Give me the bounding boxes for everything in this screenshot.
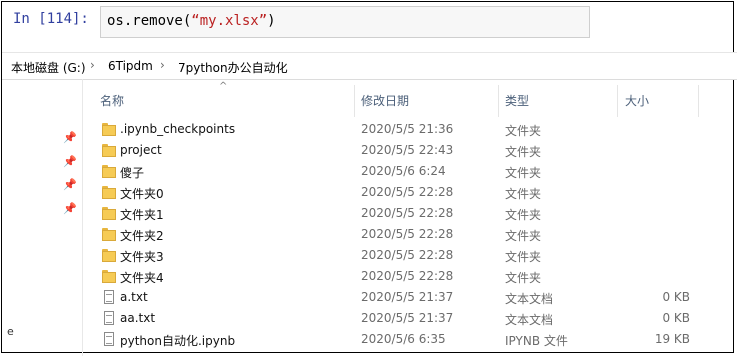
file-name: aa.txt — [120, 311, 156, 325]
file-date: 2020/5/5 21:37 — [361, 311, 454, 325]
file-row[interactable]: 文件夹1 2020/5/5 22:28 文件夹 — [82, 203, 702, 224]
file-size: 0 KB — [662, 311, 690, 325]
file-row[interactable]: 文件夹0 2020/5/5 22:28 文件夹 — [82, 182, 702, 203]
pin-icon[interactable]: 📌 — [63, 178, 77, 191]
column-header-row: ^ 名称 修改日期 类型 大小 — [82, 79, 737, 121]
file-date: 2020/5/5 22:28 — [361, 227, 454, 241]
file-name: .ipynb_checkpoints — [120, 122, 236, 136]
file-type: IPYNB 文件 — [505, 334, 568, 348]
file-type: 文件夹 — [505, 166, 542, 180]
file-date: 2020/5/5 22:28 — [361, 206, 454, 220]
pin-icon[interactable]: 📌 — [63, 155, 77, 168]
file-name: project — [120, 143, 162, 157]
file-name: 文件夹1 — [120, 208, 164, 222]
column-divider[interactable] — [354, 85, 355, 117]
file-name: 文件夹2 — [120, 229, 164, 243]
file-icon — [102, 332, 116, 346]
file-row[interactable]: a.txt 2020/5/5 21:37 文本文档 0 KB — [82, 287, 702, 308]
file-date: 2020/5/5 22:43 — [361, 143, 454, 157]
column-header-date[interactable]: 修改日期 — [361, 92, 409, 109]
column-header-name[interactable]: 名称 — [100, 92, 124, 109]
column-divider[interactable] — [498, 85, 499, 117]
file-type: 文本文档 — [505, 292, 554, 306]
code-line: os.remove(“my.xlsx”) — [107, 13, 276, 29]
notebook-cell: In [114]: os.remove(“my.xlsx”) — [2, 2, 737, 45]
breadcrumb: 本地磁盘 (G:) › 6Tipdm › 7python办公自动化 — [2, 52, 737, 80]
file-type: 文件夹 — [505, 271, 542, 285]
text-file-icon — [102, 290, 116, 304]
file-row[interactable]: 文件夹3 2020/5/5 22:28 文件夹 — [82, 245, 702, 266]
folder-icon — [102, 122, 116, 136]
folder-icon — [102, 227, 116, 241]
file-name: 傻子 — [120, 166, 145, 180]
column-header-size[interactable]: 大小 — [625, 92, 649, 109]
file-explorer: 本地磁盘 (G:) › 6Tipdm › 7python办公自动化 📌 📌 📌 … — [2, 52, 737, 356]
code-editor[interactable]: os.remove(“my.xlsx”) — [100, 6, 590, 38]
folder-icon — [102, 164, 116, 178]
file-date: 2020/5/5 21:36 — [361, 122, 454, 136]
file-name: 文件夹0 — [120, 187, 164, 201]
file-date: 2020/5/5 21:37 — [361, 290, 454, 304]
file-row[interactable]: aa.txt 2020/5/5 21:37 文本文档 0 KB — [82, 308, 702, 329]
file-type: 文件夹 — [505, 208, 542, 222]
breadcrumb-separator-icon[interactable]: › — [160, 58, 165, 72]
file-size: 19 KB — [654, 332, 690, 346]
code-suffix: ) — [267, 13, 276, 29]
file-row[interactable]: python自动化.ipynb 2020/5/6 6:35 IPYNB 文件 19 K… — [82, 329, 702, 350]
file-type: 文件夹 — [505, 229, 542, 243]
pin-icon[interactable]: 📌 — [63, 131, 77, 144]
navigation-pane: 📌 📌 📌 📌 e — [2, 79, 83, 356]
text-file-icon — [102, 311, 116, 325]
breadcrumb-item-6tipdm[interactable]: 6Tipdm — [108, 59, 153, 73]
file-name: python自动化.ipynb — [120, 334, 236, 348]
navigation-item-fragment[interactable]: e — [7, 325, 14, 338]
breadcrumb-separator-icon[interactable]: › — [90, 58, 95, 72]
code-prefix: os.remove( — [107, 13, 192, 29]
file-date: 2020/5/6 6:24 — [361, 164, 446, 178]
column-divider[interactable] — [617, 85, 618, 117]
code-string: “my.xlsx” — [191, 13, 268, 29]
file-row[interactable]: 傻子 2020/5/6 6:24 文件夹 — [82, 161, 702, 182]
file-name: a.txt — [120, 290, 148, 304]
sort-ascending-icon: ^ — [219, 81, 228, 92]
file-name: 文件夹3 — [120, 250, 164, 264]
column-divider[interactable] — [698, 85, 699, 117]
folder-icon — [102, 143, 116, 157]
pin-icon[interactable]: 📌 — [63, 202, 77, 215]
file-type: 文件夹 — [505, 187, 542, 201]
file-row[interactable]: 文件夹4 2020/5/5 22:28 文件夹 — [82, 266, 702, 287]
file-date: 2020/5/6 6:35 — [361, 332, 446, 346]
file-type: 文件夹 — [505, 124, 542, 138]
file-date: 2020/5/5 22:28 — [361, 185, 454, 199]
folder-icon — [102, 185, 116, 199]
breadcrumb-item-drive[interactable]: 本地磁盘 (G:) — [11, 59, 86, 76]
file-size: 0 KB — [662, 290, 690, 304]
folder-icon — [102, 269, 116, 283]
file-type: 文本文档 — [505, 313, 554, 327]
column-header-type[interactable]: 类型 — [505, 92, 529, 109]
file-type: 文件夹 — [505, 145, 542, 159]
file-name: 文件夹4 — [120, 271, 164, 285]
screenshot-frame: In [114]: os.remove(“my.xlsx”) 本地磁盘 (G:)… — [1, 1, 737, 356]
file-row[interactable]: .ipynb_checkpoints 2020/5/5 21:36 文件夹 — [82, 119, 702, 140]
file-row[interactable]: project 2020/5/5 22:43 文件夹 — [82, 140, 702, 161]
file-type: 文件夹 — [505, 250, 542, 264]
breadcrumb-item-current[interactable]: 7python办公自动化 — [178, 59, 288, 76]
file-date: 2020/5/5 22:28 — [361, 269, 454, 283]
file-date: 2020/5/5 22:28 — [361, 248, 454, 262]
file-row[interactable]: 文件夹2 2020/5/5 22:28 文件夹 — [82, 224, 702, 245]
input-prompt: In [114]: — [13, 11, 89, 27]
folder-icon — [102, 206, 116, 220]
folder-icon — [102, 248, 116, 262]
